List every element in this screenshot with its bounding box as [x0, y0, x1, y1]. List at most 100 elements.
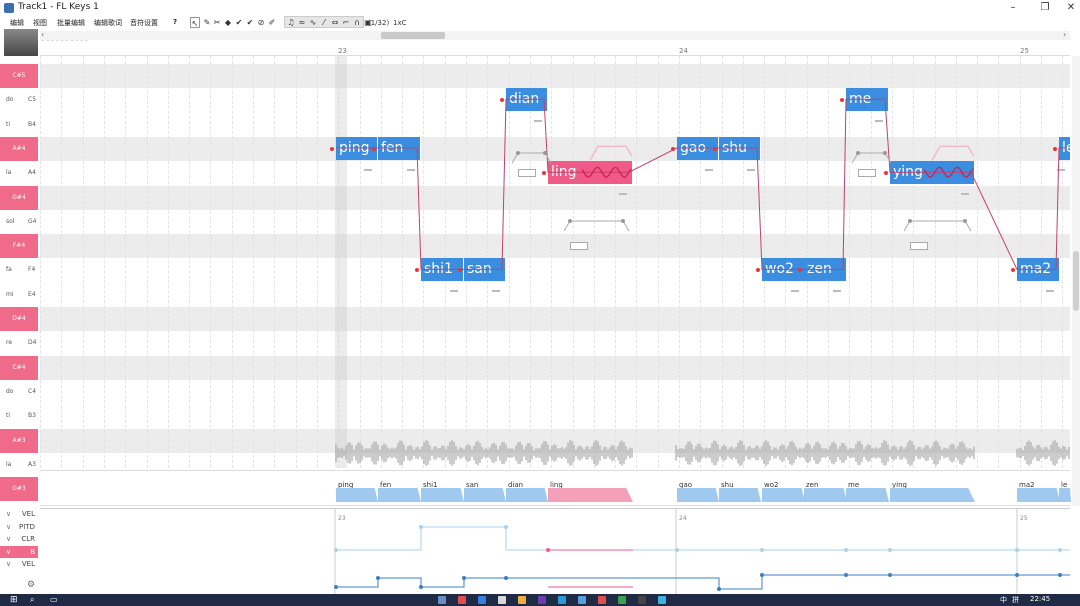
- note-block[interactable]: zen: [804, 258, 847, 282]
- phoneme-box[interactable]: [910, 242, 928, 250]
- arrow-tool-icon[interactable]: ⇔: [330, 17, 340, 28]
- lyric-segment[interactable]: [506, 488, 548, 502]
- lyric-segment[interactable]: [548, 488, 633, 502]
- task-view-icon[interactable]: ▭: [50, 595, 58, 604]
- lyric-segment[interactable]: [677, 488, 719, 502]
- piano-key[interactable]: sol G4: [0, 210, 38, 234]
- windows-start-icon[interactable]: ⊞: [10, 595, 18, 605]
- taskbar-app-icon[interactable]: [578, 596, 586, 604]
- lyric-segment[interactable]: [464, 488, 506, 502]
- chevron-down-icon[interactable]: ∨: [6, 521, 11, 533]
- note-length-handle[interactable]: [961, 193, 969, 196]
- piano-key[interactable]: D#4: [0, 307, 38, 331]
- taskbar-app-icon[interactable]: [558, 596, 566, 604]
- note-length-handle[interactable]: [364, 168, 372, 171]
- close-button[interactable]: ✕: [1056, 0, 1080, 16]
- note-block[interactable]: ma2: [1017, 258, 1060, 282]
- vertical-scroll-thumb[interactable]: [1073, 251, 1079, 311]
- phoneme-box[interactable]: [858, 169, 876, 177]
- piano-key[interactable]: la A4: [0, 161, 38, 185]
- note-length-handle[interactable]: [1046, 290, 1054, 293]
- lyric-segment[interactable]: [1017, 488, 1060, 502]
- search-icon[interactable]: ⌕: [30, 595, 34, 605]
- taskbar-app-icon[interactable]: [498, 596, 506, 604]
- phoneme-box[interactable]: [518, 169, 536, 177]
- lyric-segment[interactable]: [336, 488, 378, 502]
- ramp-tool-icon[interactable]: ⌐: [341, 17, 351, 28]
- chevron-down-icon[interactable]: ∨: [6, 546, 11, 558]
- key-selector[interactable]: 1xC: [393, 19, 406, 27]
- menu-edit[interactable]: 编辑: [10, 18, 24, 28]
- vibrato-tool-icon[interactable]: ≈: [297, 17, 307, 28]
- lyric-segment[interactable]: [846, 488, 889, 502]
- check-tool-icon[interactable]: ✔: [234, 17, 244, 28]
- note-block[interactable]: ying: [890, 161, 975, 185]
- menu-note-settings[interactable]: 音符设置: [130, 18, 158, 28]
- chevron-down-icon[interactable]: ∨: [6, 508, 11, 520]
- select-tool-icon[interactable]: ↖: [190, 17, 200, 28]
- scroll-left-icon[interactable]: ‹: [41, 30, 44, 39]
- ime-indicator[interactable]: 中: [1000, 595, 1007, 605]
- piano-key[interactable]: G#4: [0, 185, 38, 210]
- note-block[interactable]: san: [464, 258, 506, 282]
- chevron-down-icon[interactable]: ∨: [6, 558, 11, 570]
- param-row[interactable]: ∨ VEL: [0, 558, 38, 570]
- pitch-point[interactable]: [372, 146, 376, 151]
- pitch-point[interactable]: [713, 146, 717, 151]
- gear-icon[interactable]: ⚙: [27, 580, 35, 590]
- menu-view[interactable]: 视图: [33, 18, 47, 28]
- scroll-right-icon[interactable]: ›: [1063, 30, 1066, 39]
- timeline-ruler[interactable]: [40, 41, 1070, 56]
- quantize-selector[interactable]: (1/32): [368, 19, 389, 27]
- input-lang[interactable]: 拼: [1012, 595, 1019, 605]
- horizontal-scroll-thumb[interactable]: [381, 32, 445, 39]
- taskbar-app-icon[interactable]: [598, 596, 606, 604]
- piano-key[interactable]: do C5: [0, 88, 38, 112]
- note-block[interactable]: ling: [548, 161, 633, 185]
- pencil-tool-icon[interactable]: ✎: [202, 17, 212, 28]
- minimize-button[interactable]: –: [998, 0, 1028, 16]
- line-tool-icon[interactable]: ⁄: [319, 17, 329, 28]
- note-length-handle[interactable]: [534, 120, 542, 123]
- taskbar-app-icon[interactable]: [478, 596, 486, 604]
- taskbar-app-icon[interactable]: [658, 596, 666, 604]
- taskbar-app-icon[interactable]: [518, 596, 526, 604]
- taskbar-app-icon[interactable]: [618, 596, 626, 604]
- lyric-segment[interactable]: [762, 488, 805, 502]
- piano-key[interactable]: fa F4: [0, 258, 38, 282]
- taskbar-app-icon[interactable]: [438, 596, 446, 604]
- lyric-segment[interactable]: [421, 488, 464, 502]
- lyric-segment[interactable]: [1059, 488, 1071, 502]
- piano-key[interactable]: re D4: [0, 331, 38, 355]
- note-length-handle[interactable]: [875, 120, 883, 123]
- menu-edit-lyrics[interactable]: 编辑歌词: [94, 18, 122, 28]
- param-row[interactable]: ∨ CLR: [0, 533, 38, 545]
- piano-key[interactable]: C#4: [0, 355, 38, 380]
- note-block[interactable]: le: [1059, 136, 1070, 160]
- menu-batch-edit[interactable]: 批量编辑: [57, 18, 85, 28]
- taskbar-app-icon[interactable]: [538, 596, 546, 604]
- phoneme-box[interactable]: [570, 242, 588, 250]
- piano-key[interactable]: G#3: [0, 477, 38, 502]
- note-length-handle[interactable]: [450, 290, 458, 293]
- param-row[interactable]: ∨ PITD: [0, 521, 38, 533]
- piano-key[interactable]: ti B3: [0, 404, 38, 428]
- lyric-segment[interactable]: [719, 488, 761, 502]
- piano-key[interactable]: ti B4: [0, 113, 38, 137]
- taskbar-app-icon[interactable]: [458, 596, 466, 604]
- note-length-handle[interactable]: [791, 290, 799, 293]
- horizontal-scrollbar[interactable]: [40, 31, 1070, 40]
- piano-key[interactable]: A#4: [0, 136, 38, 161]
- vertical-scrollbar[interactable]: [1072, 56, 1080, 506]
- piano-key[interactable]: mi E4: [0, 283, 38, 307]
- piano-roll-grid[interactable]: ping fen shi1 san dian ling gao shu wo2 zen me ying…: [40, 56, 1070, 468]
- note-length-handle[interactable]: [492, 290, 500, 293]
- piano-key[interactable]: do C4: [0, 380, 38, 404]
- pitch-point[interactable]: [330, 146, 334, 151]
- multi-check-tool-icon[interactable]: ✔: [245, 17, 255, 28]
- note-block[interactable]: dian: [506, 88, 548, 112]
- mute-tool-icon[interactable]: ⊘: [256, 17, 266, 28]
- lyric-segment[interactable]: [378, 488, 421, 502]
- note-length-handle[interactable]: [833, 290, 841, 293]
- note-length-handle[interactable]: [619, 193, 627, 196]
